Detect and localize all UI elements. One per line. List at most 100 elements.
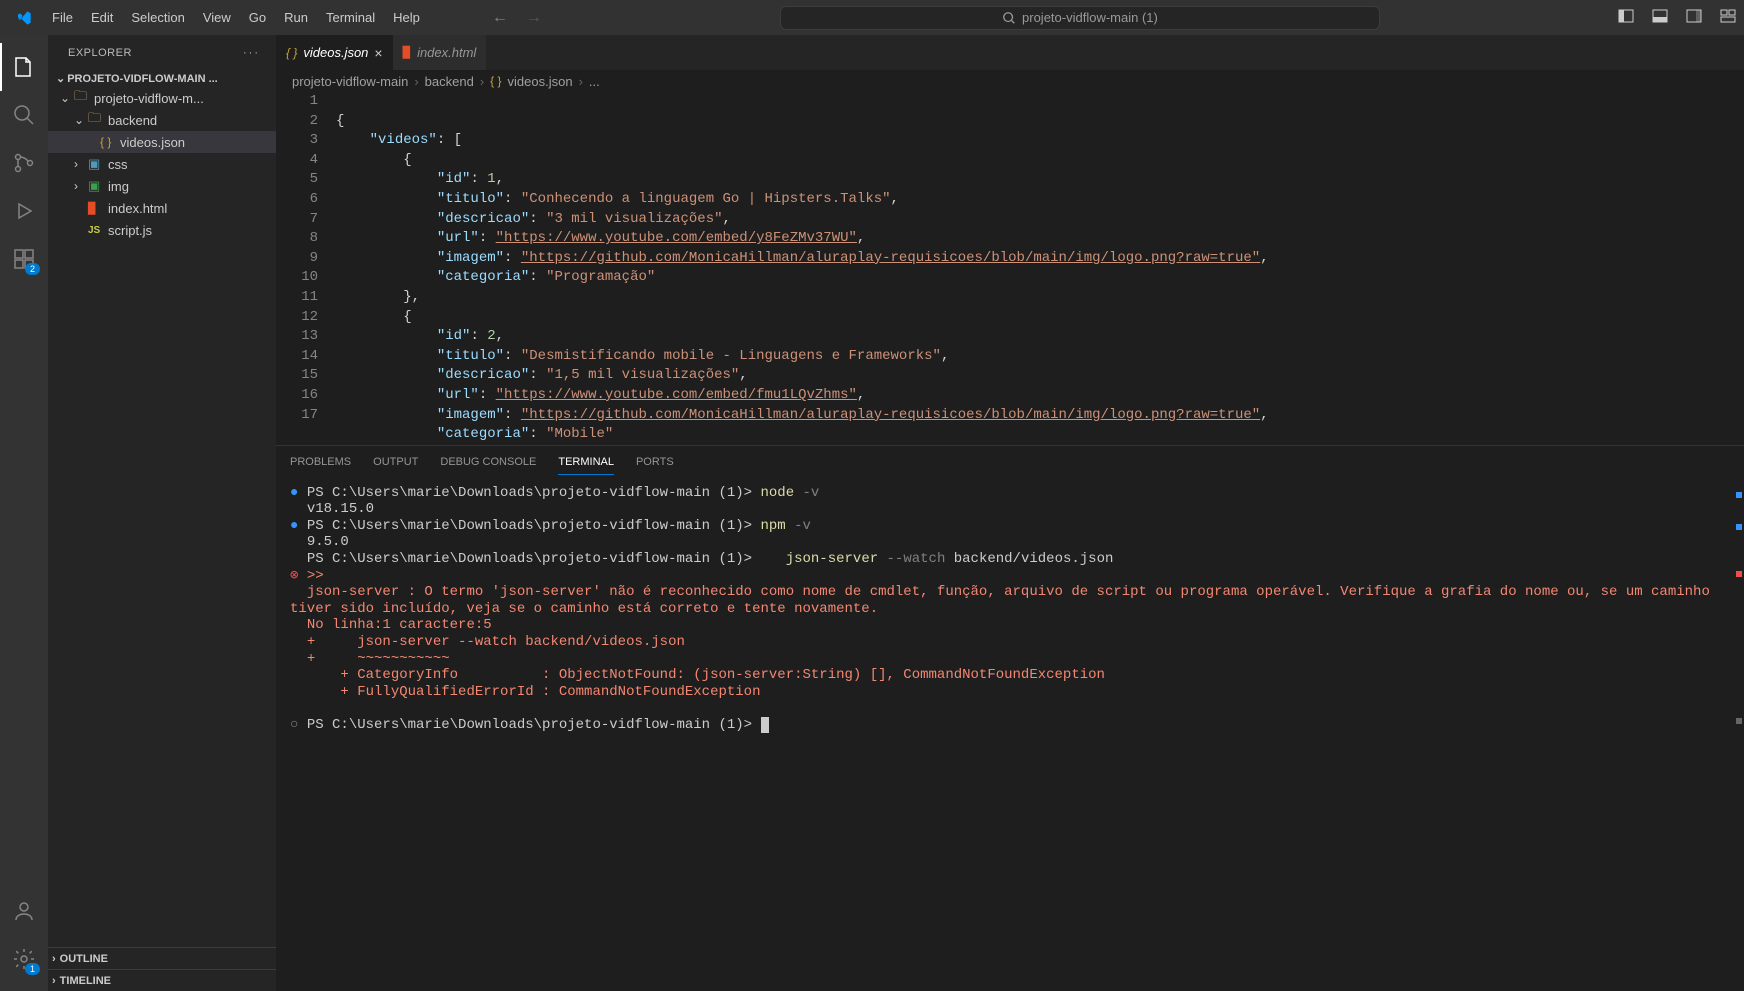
panel-tab-output[interactable]: OUTPUT [373,450,418,474]
tree-index-html[interactable]: ▉ index.html [48,197,276,219]
tab-label: index.html [417,45,476,60]
timeline-section[interactable]: › TIMELINE [48,969,276,991]
search-icon [1002,11,1016,25]
json-icon: { } [100,135,116,149]
project-title: PROJETO-VIDFLOW-MAIN ... [67,73,218,85]
code-area[interactable]: { "videos": [ { "id": 1, "titulo": "Conh… [336,92,1269,445]
bottom-panel: PROBLEMS OUTPUT DEBUG CONSOLE TERMINAL P… [276,445,1744,842]
menu-edit[interactable]: Edit [83,6,121,29]
toggle-panel-left-icon[interactable] [1618,8,1634,27]
menu-bar: File Edit Selection View Go Run Terminal… [44,6,428,29]
chevron-right-icon: › [52,975,56,987]
search-input[interactable]: projeto-vidflow-main (1) [780,6,1380,30]
settings-badge: 1 [25,963,40,975]
html-icon: ▉ [88,202,104,215]
terminal[interactable]: ● PS C:\Users\marie\Downloads\projeto-vi… [276,479,1744,842]
extensions-badge: 2 [25,263,40,275]
tree-root-folder[interactable]: ⌄ 🗀 projeto-vidflow-m... [48,87,276,109]
editor-tabs: { } videos.json × ▉ index.html [276,35,1744,70]
vscode-logo-icon [16,10,32,26]
tree-img-folder[interactable]: › ▣ img [48,175,276,197]
scroll-mark [1736,718,1742,724]
scroll-mark [1736,571,1742,577]
tree-label: index.html [108,201,167,216]
css-folder-icon: ▣ [88,156,104,172]
sidebar-header: EXPLORER ··· [48,35,276,70]
tree-label: css [108,157,128,172]
chevron-right-icon: › [52,953,56,965]
editor-content[interactable]: 1234567891011121314151617 { "videos": [ … [276,92,1744,445]
json-icon: { } [490,74,501,88]
line-gutter: 1234567891011121314151617 [276,92,336,445]
tree-videos-json[interactable]: { } videos.json [48,131,276,153]
panel-tab-ports[interactable]: PORTS [636,450,674,474]
menu-selection[interactable]: Selection [123,6,192,29]
outline-section[interactable]: › OUTLINE [48,947,276,969]
nav-back-icon[interactable]: ← [492,9,508,27]
panel-tab-problems[interactable]: PROBLEMS [290,450,351,474]
chevron-right-icon: › [74,157,84,171]
tree-css-folder[interactable]: › ▣ css [48,153,276,175]
customize-layout-icon[interactable] [1720,8,1736,27]
activity-debug-icon[interactable] [0,187,48,235]
activity-bar: 2 1 [0,35,48,991]
tab-label: videos.json [303,45,368,60]
activity-settings-icon[interactable]: 1 [0,935,48,983]
search-text: projeto-vidflow-main (1) [1022,10,1158,25]
html-icon: ▉ [403,46,411,59]
activity-search-icon[interactable] [0,91,48,139]
menu-file[interactable]: File [44,6,81,29]
chevron-right-icon: › [480,74,484,89]
scroll-mark [1736,492,1742,498]
explorer-more-icon[interactable]: ··· [243,47,260,59]
menu-view[interactable]: View [195,6,239,29]
tab-videos-json[interactable]: { } videos.json × [276,35,393,70]
breadcrumb-segment[interactable]: ... [589,74,600,89]
folder-icon: 🗀 [88,109,104,131]
activity-scm-icon[interactable] [0,139,48,187]
js-icon: JS [88,225,104,236]
chevron-right-icon: › [74,179,84,193]
activity-account-icon[interactable] [0,887,48,935]
menu-run[interactable]: Run [276,6,316,29]
editor-area: { } videos.json × ▉ index.html projeto-v… [276,35,1744,991]
menu-go[interactable]: Go [241,6,274,29]
folder-icon: 🗀 [74,87,90,109]
menu-terminal[interactable]: Terminal [318,6,383,29]
chevron-right-icon: › [414,74,418,89]
breadcrumb-segment[interactable]: projeto-vidflow-main [292,74,408,89]
tree-label: videos.json [120,135,185,150]
panel-tab-terminal[interactable]: TERMINAL [558,450,614,475]
breadcrumb-segment[interactable]: videos.json [508,74,573,89]
tree-label: img [108,179,129,194]
timeline-label: TIMELINE [60,975,111,987]
chevron-down-icon: ⌄ [60,91,70,105]
explorer-title: EXPLORER [68,47,132,59]
panel-tabs: PROBLEMS OUTPUT DEBUG CONSOLE TERMINAL P… [276,446,1744,479]
tab-index-html[interactable]: ▉ index.html [393,35,487,70]
title-bar: File Edit Selection View Go Run Terminal… [0,0,1744,35]
panel-tab-debug[interactable]: DEBUG CONSOLE [440,450,536,474]
layout-controls [1618,8,1736,27]
project-header[interactable]: ⌄ PROJETO-VIDFLOW-MAIN ... [48,70,276,87]
json-icon: { } [286,46,297,60]
chevron-down-icon: ⌄ [56,72,65,85]
close-icon[interactable]: × [374,45,382,61]
nav-forward-icon[interactable]: → [526,9,542,27]
breadcrumb-segment[interactable]: backend [425,74,474,89]
menu-help[interactable]: Help [385,6,428,29]
file-tree: ⌄ 🗀 projeto-vidflow-m... ⌄ 🗀 backend { }… [48,87,276,241]
toggle-panel-right-icon[interactable] [1686,8,1702,27]
tree-script-js[interactable]: JS script.js [48,219,276,241]
activity-explorer-icon[interactable] [0,43,48,91]
chevron-down-icon: ⌄ [74,113,84,127]
chevron-right-icon: › [579,74,583,89]
breadcrumbs[interactable]: projeto-vidflow-main › backend › { } vid… [276,70,1744,92]
activity-extensions-icon[interactable]: 2 [0,235,48,283]
sidebar: EXPLORER ··· ⌄ PROJETO-VIDFLOW-MAIN ... … [48,35,276,991]
nav-arrows: ← → [492,9,542,27]
toggle-panel-bottom-icon[interactable] [1652,8,1668,27]
outline-label: OUTLINE [60,953,108,965]
tree-backend-folder[interactable]: ⌄ 🗀 backend [48,109,276,131]
tree-label: backend [108,113,157,128]
